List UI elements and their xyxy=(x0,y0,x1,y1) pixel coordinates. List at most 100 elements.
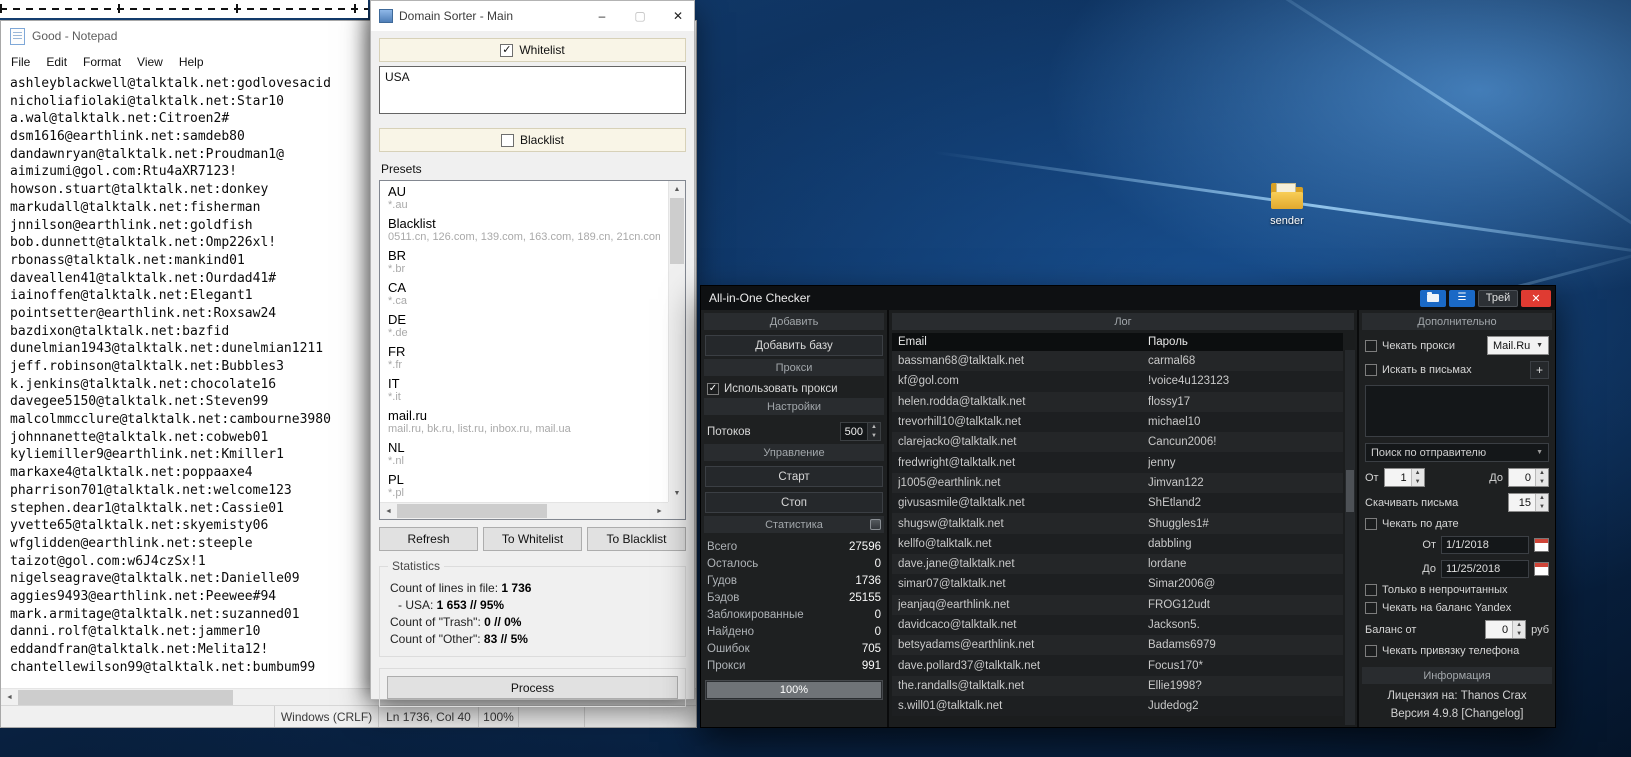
spin-down-icon[interactable]: ▼ xyxy=(1536,478,1548,487)
add-base-button[interactable]: Добавить базу xyxy=(705,335,883,356)
open-folder-button[interactable] xyxy=(1420,290,1446,307)
spin-down-icon[interactable]: ▼ xyxy=(1536,503,1548,512)
preset-item[interactable]: BR *.br xyxy=(380,245,668,277)
spin-up-icon[interactable]: ▲ xyxy=(1536,469,1548,478)
process-button[interactable]: Process xyxy=(387,676,678,699)
log-email: trevorhill10@talktalk.net xyxy=(898,416,1148,428)
log-row[interactable]: s.will01@talktalk.net Judedog2 xyxy=(892,696,1343,716)
search-terms-textbox[interactable] xyxy=(1365,385,1549,437)
menu-item[interactable]: Help xyxy=(171,53,212,71)
presets-vertical-scrollbar[interactable]: ▲ ▼ xyxy=(668,181,685,502)
folder-icon xyxy=(1269,183,1305,211)
calendar-icon[interactable] xyxy=(1534,538,1549,552)
spin-up-icon[interactable]: ▲ xyxy=(1412,469,1424,478)
log-row[interactable]: jeanjaq@earthlink.net FROG12udt xyxy=(892,595,1343,615)
refresh-button[interactable]: Refresh xyxy=(379,527,478,551)
scroll-up-icon[interactable]: ▲ xyxy=(669,181,685,198)
preset-item[interactable]: NL *.nl xyxy=(380,437,668,469)
calendar-icon[interactable] xyxy=(1534,562,1549,576)
preset-item[interactable]: IT *.it xyxy=(380,373,668,405)
changelog-link[interactable]: [Changelog] xyxy=(1461,708,1523,720)
preset-item[interactable]: mail.ru mail.ru, bk.ru, list.ru, inbox.r… xyxy=(380,405,668,437)
scroll-left-icon[interactable]: ◄ xyxy=(1,689,18,706)
scrollbar-thumb[interactable] xyxy=(18,690,233,705)
stats-icon[interactable] xyxy=(870,519,881,530)
log-scrollbar[interactable] xyxy=(1345,350,1355,725)
stop-button[interactable]: Стоп xyxy=(705,492,883,513)
start-button[interactable]: Старт xyxy=(705,466,883,487)
threads-stepper[interactable]: 500 ▲ ▼ xyxy=(840,422,881,441)
date-check-checkbox[interactable] xyxy=(1365,518,1377,530)
date-to-field[interactable]: 11/25/2018 xyxy=(1441,560,1529,578)
log-row[interactable]: j1005@earthlink.net Jimvan122 xyxy=(892,473,1343,493)
close-button[interactable]: ✕ xyxy=(662,2,694,31)
whitelist-input[interactable]: USA xyxy=(379,66,686,114)
date-from-field[interactable]: 1/1/2018 xyxy=(1441,536,1529,554)
to-whitelist-button[interactable]: To Whitelist xyxy=(483,527,582,551)
minimize-button[interactable]: – xyxy=(586,2,618,31)
preset-item[interactable]: PL *.pl xyxy=(380,469,668,501)
yandex-balance-checkbox[interactable] xyxy=(1365,602,1377,614)
menu-item[interactable]: File xyxy=(3,53,38,71)
scrollbar-thumb[interactable] xyxy=(670,198,684,264)
scrollbar-thumb[interactable] xyxy=(397,504,547,518)
log-row[interactable]: fredwright@talktalk.net jenny xyxy=(892,452,1343,472)
scroll-right-icon[interactable]: ► xyxy=(651,503,668,519)
log-row[interactable]: the.randalls@talktalk.net Ellie1998? xyxy=(892,676,1343,696)
log-row[interactable]: givusasmile@talktalk.net ShEtland2 xyxy=(892,493,1343,513)
add-search-term-button[interactable]: + xyxy=(1530,361,1549,379)
log-row[interactable]: trevorhill10@talktalk.net michael10 xyxy=(892,412,1343,432)
checker-titlebar[interactable]: All-in-One Checker ☰ Трей ✕ xyxy=(701,286,1555,310)
spin-down-icon[interactable]: ▼ xyxy=(1513,630,1525,639)
log-row[interactable]: clarejacko@talktalk.net Cancun2006! xyxy=(892,432,1343,452)
to-blacklist-button[interactable]: To Blacklist xyxy=(587,527,686,551)
preset-item[interactable]: FR *.fr xyxy=(380,341,668,373)
tray-button[interactable]: Трей xyxy=(1478,290,1518,307)
range-to-stepper[interactable]: 0 ▲▼ xyxy=(1508,468,1549,487)
preset-item[interactable]: AU *.au xyxy=(380,181,668,213)
log-row[interactable]: shugsw@talktalk.net Shuggles1# xyxy=(892,513,1343,533)
range-from-stepper[interactable]: 1 ▲▼ xyxy=(1384,468,1425,487)
menu-item[interactable]: View xyxy=(129,53,171,71)
spin-down-icon[interactable]: ▼ xyxy=(1412,478,1424,487)
whitelist-checkbox[interactable]: ✓ xyxy=(500,44,513,57)
log-list-button[interactable]: ☰ xyxy=(1449,290,1475,307)
spin-up-icon[interactable]: ▲ xyxy=(868,423,880,432)
spin-up-icon[interactable]: ▲ xyxy=(1513,621,1525,630)
scrollbar-thumb[interactable] xyxy=(1346,470,1354,512)
spin-down-icon[interactable]: ▼ xyxy=(868,432,880,441)
desktop-folder-sender[interactable]: sender xyxy=(1250,183,1324,227)
log-row[interactable]: kellfo@talktalk.net dabbling xyxy=(892,534,1343,554)
use-proxy-checkbox[interactable]: ✓ xyxy=(707,383,719,395)
log-row[interactable]: bassman68@talktalk.net carmal68 xyxy=(892,351,1343,371)
proxy-type-dropdown[interactable]: Mail.Ru ▼ xyxy=(1487,336,1549,355)
blacklist-checkbox[interactable] xyxy=(501,134,514,147)
log-row[interactable]: dave.pollard37@talktalk.net Focus170* xyxy=(892,655,1343,675)
unread-only-checkbox[interactable] xyxy=(1365,584,1377,596)
balance-from-stepper[interactable]: 0 ▲▼ xyxy=(1485,620,1526,639)
phone-binding-checkbox[interactable] xyxy=(1365,645,1377,657)
search-mail-checkbox[interactable] xyxy=(1365,364,1377,376)
close-button[interactable]: ✕ xyxy=(1521,290,1551,307)
presets-listbox[interactable]: AU *.au Blacklist 0511.cn, 126.com, 139.… xyxy=(379,180,686,520)
sorter-titlebar[interactable]: Domain Sorter - Main – ▢ ✕ xyxy=(371,1,694,31)
scroll-left-icon[interactable]: ◄ xyxy=(380,503,397,519)
log-row[interactable]: dave.jane@talktalk.net lordane xyxy=(892,554,1343,574)
menu-item[interactable]: Edit xyxy=(38,53,75,71)
preset-item[interactable]: DE *.de xyxy=(380,309,668,341)
presets-horizontal-scrollbar[interactable]: ◄ ► xyxy=(380,502,668,519)
preset-item[interactable]: CA *.ca xyxy=(380,277,668,309)
log-row[interactable]: helen.rodda@talktalk.net flossy17 xyxy=(892,392,1343,412)
log-row[interactable]: kf@gol.com !voice4u123123 xyxy=(892,371,1343,391)
sender-search-dropdown[interactable]: Поиск по отправителю ▼ xyxy=(1365,443,1549,462)
preset-item[interactable]: Blacklist 0511.cn, 126.com, 139.com, 163… xyxy=(380,213,668,245)
download-letters-stepper[interactable]: 15 ▲▼ xyxy=(1508,493,1549,512)
scroll-down-icon[interactable]: ▼ xyxy=(669,485,685,502)
maximize-button[interactable]: ▢ xyxy=(624,2,656,31)
check-proxy-checkbox[interactable] xyxy=(1365,340,1377,352)
log-row[interactable]: betsyadams@earthlink.net Badams6979 xyxy=(892,635,1343,655)
spin-up-icon[interactable]: ▲ xyxy=(1536,494,1548,503)
log-row[interactable]: simar07@talktalk.net Simar2006@ xyxy=(892,574,1343,594)
menu-item[interactable]: Format xyxy=(75,53,129,71)
log-row[interactable]: davidcaco@talktalk.net Jackson5. xyxy=(892,615,1343,635)
